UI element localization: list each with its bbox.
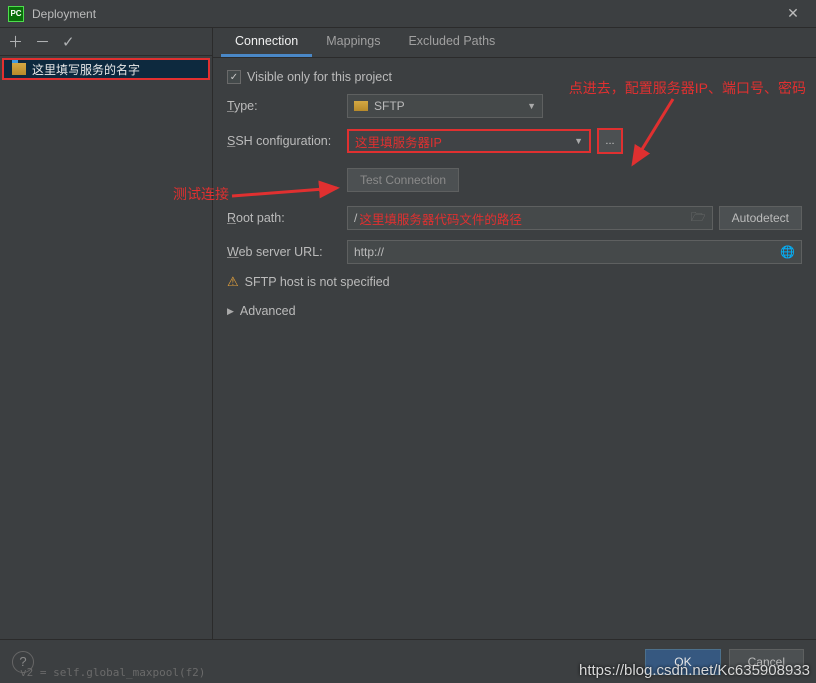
ssh-config-combo[interactable]: 这里填服务器IP ▼	[347, 129, 591, 153]
sftp-icon	[354, 101, 368, 111]
server-icon	[12, 63, 26, 75]
ssh-overlay-annotation: 这里填服务器IP	[355, 132, 442, 151]
remove-icon[interactable]: －	[35, 31, 50, 52]
sidebar: ＋ － ✓ 这里填写服务的名字	[0, 28, 213, 639]
warning-row: ⚠ SFTP host is not specified	[227, 274, 802, 290]
web-url-value: http://	[354, 245, 384, 259]
ssh-row: SSH configuration: 这里填服务器IP ▼ ...	[227, 128, 802, 154]
tab-excluded[interactable]: Excluded Paths	[394, 28, 509, 57]
tab-mappings[interactable]: Mappings	[312, 28, 394, 57]
root-path-row: Root path: / 这里填服务器代码文件的路径 🗁 Autodetect	[227, 206, 802, 230]
help-button[interactable]: ?	[12, 651, 34, 673]
tab-bar: Connection Mappings Excluded Paths	[213, 28, 816, 58]
root-path-label: Root path:	[227, 211, 347, 225]
deployment-dialog: PC Deployment ✕ ＋ － ✓ 这里填写服务的名字 Connecti…	[0, 0, 816, 683]
root-prefix: /	[354, 211, 357, 225]
globe-icon[interactable]: 🌐	[780, 245, 795, 259]
ok-button[interactable]: OK	[645, 649, 720, 675]
visible-only-row: ✓ Visible only for this project	[227, 70, 802, 84]
root-overlay-annotation: 这里填服务器代码文件的路径	[359, 209, 522, 228]
type-row: Type: SFTP ▼	[227, 94, 802, 118]
chevron-down-icon: ▼	[574, 136, 583, 146]
add-icon[interactable]: ＋	[8, 31, 23, 52]
chevron-down-icon: ▼	[527, 101, 536, 111]
sidebar-item-label: 这里填写服务的名字	[32, 61, 140, 78]
test-row: Test Connection	[227, 168, 802, 192]
tab-connection[interactable]: Connection	[221, 28, 312, 57]
window-title: Deployment	[32, 7, 778, 21]
type-combo[interactable]: SFTP ▼	[347, 94, 543, 118]
sidebar-toolbar: ＋ － ✓	[0, 28, 212, 56]
web-url-row: Web server URL: http:// 🌐	[227, 240, 802, 264]
visible-only-checkbox[interactable]: ✓	[227, 70, 241, 84]
visible-only-label: Visible only for this project	[247, 70, 392, 84]
warning-icon: ⚠	[227, 274, 239, 290]
sidebar-item-server[interactable]: 这里填写服务的名字	[2, 58, 210, 80]
chevron-right-icon: ▶	[227, 306, 234, 317]
type-value: SFTP	[374, 99, 527, 113]
dialog-body: ＋ － ✓ 这里填写服务的名字 Connection Mappings Excl…	[0, 28, 816, 639]
advanced-label: Advanced	[240, 304, 296, 318]
root-path-input[interactable]: / 这里填服务器代码文件的路径 🗁	[347, 206, 713, 230]
advanced-section[interactable]: ▶ Advanced	[227, 300, 802, 322]
test-connection-button[interactable]: Test Connection	[347, 168, 459, 192]
check-icon[interactable]: ✓	[62, 33, 75, 51]
connection-form: ✓ Visible only for this project Type: SF…	[213, 58, 816, 334]
pycharm-icon: PC	[8, 6, 24, 22]
main-panel: Connection Mappings Excluded Paths ✓ Vis…	[213, 28, 816, 639]
titlebar: PC Deployment ✕	[0, 0, 816, 28]
ssh-browse-button[interactable]: ...	[597, 128, 623, 154]
folder-icon[interactable]: 🗁	[691, 208, 706, 229]
warning-text: SFTP host is not specified	[245, 275, 390, 289]
close-icon[interactable]: ✕	[778, 5, 808, 22]
autodetect-button[interactable]: Autodetect	[719, 206, 802, 230]
dialog-footer: ? OK Cancel	[0, 639, 816, 683]
web-url-label: Web server URL:	[227, 245, 347, 259]
cancel-button[interactable]: Cancel	[729, 649, 804, 675]
ssh-label: SSH configuration:	[227, 134, 347, 148]
web-url-input[interactable]: http:// 🌐	[347, 240, 802, 264]
type-label: Type:	[227, 99, 347, 113]
